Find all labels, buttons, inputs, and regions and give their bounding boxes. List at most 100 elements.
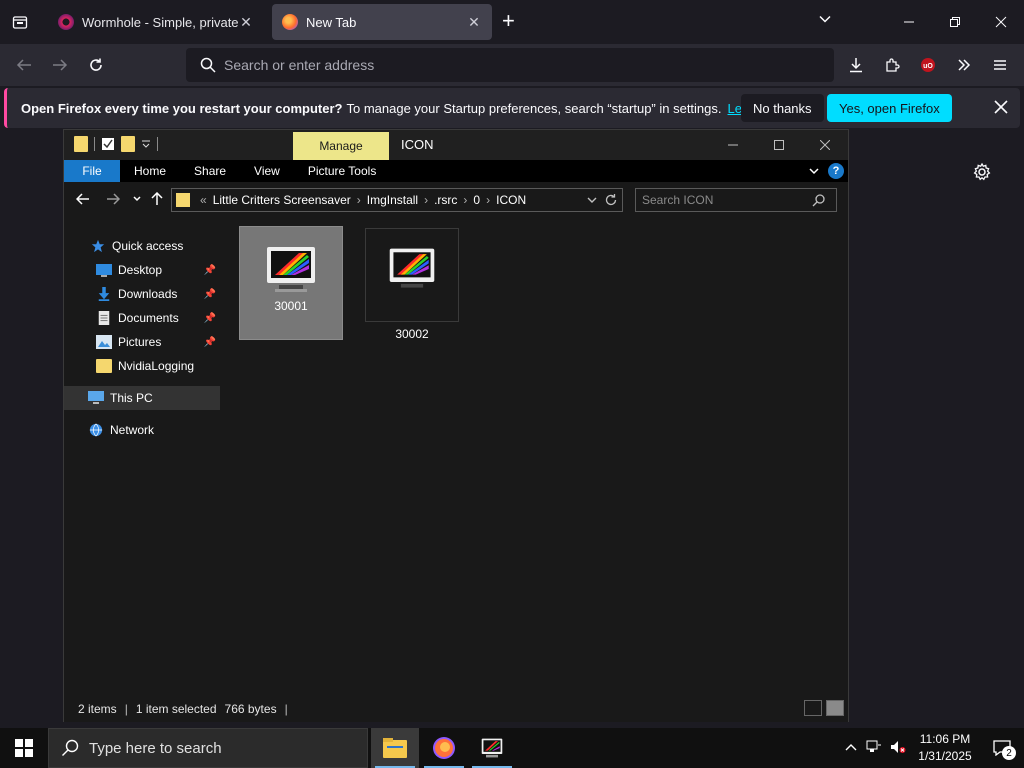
explorer-search-input[interactable] [642, 193, 812, 207]
breadcrumb-item[interactable]: .rsrc [434, 193, 457, 207]
pin-icon[interactable]: 📌 [204, 289, 216, 300]
tab-new-tab[interactable]: New Tab ✕ [272, 4, 492, 40]
taskbar-firefox[interactable] [420, 728, 468, 768]
volume-tray-button[interactable] [886, 740, 910, 757]
tab-title: Wormhole - Simple, private file [82, 14, 238, 30]
startup-notification-bar: Open Firefox every time you restart your… [4, 88, 1020, 128]
breadcrumb-separator: › [463, 193, 468, 207]
up-button[interactable] [150, 191, 164, 209]
chevron-down-icon [133, 196, 141, 202]
nav-item-quick-access[interactable]: Quick access [64, 234, 220, 258]
clock-date: 1/31/2025 [918, 749, 972, 763]
forward-button[interactable] [50, 55, 70, 75]
clock[interactable]: 11:06 PM 1/31/2025 [910, 731, 980, 765]
nav-item-desktop[interactable]: Desktop 📌 [64, 258, 220, 282]
explorer-forward-button[interactable] [106, 192, 121, 209]
close-tab-icon[interactable]: ✕ [466, 14, 482, 31]
arrow-right-icon [107, 193, 121, 205]
breadcrumb-separator: « [200, 193, 207, 207]
customize-toolbar-icon[interactable] [141, 138, 151, 150]
manage-contextual-tab[interactable]: Manage [293, 132, 389, 160]
ribbon-tab-home[interactable]: Home [120, 160, 180, 182]
puzzle-icon [886, 58, 900, 72]
yes-open-firefox-button[interactable]: Yes, open Firefox [827, 94, 952, 122]
list-all-tabs-button[interactable] [818, 12, 832, 29]
large-icons-view-button[interactable] [826, 700, 844, 716]
recent-locations-button[interactable] [132, 192, 142, 209]
breadcrumb-item[interactable]: ImgInstall [367, 193, 418, 207]
firefox-favicon-icon [282, 14, 298, 30]
new-folder-icon[interactable] [121, 136, 135, 152]
breadcrumb-item[interactable]: ICON [496, 193, 526, 207]
nav-item-nvidialogging[interactable]: NvidiaLogging [64, 354, 220, 378]
app-menu-button[interactable] [990, 55, 1010, 75]
nav-item-network[interactable]: Network [64, 418, 220, 442]
explorer-close-button[interactable] [802, 130, 848, 160]
new-tab-button[interactable]: + [502, 10, 515, 32]
file-explorer-window: Manage ICON File Home Share View Picture… [63, 129, 849, 722]
status-separator: | [284, 702, 288, 716]
taskbar-screensaver-app[interactable] [468, 728, 516, 768]
no-thanks-button[interactable]: No thanks [741, 94, 824, 122]
downloads-button[interactable] [846, 55, 866, 75]
extensions-button[interactable] [882, 55, 902, 75]
download-icon [850, 58, 862, 73]
nav-item-documents[interactable]: Documents 📌 [64, 306, 220, 330]
ublock-button[interactable]: uO [918, 55, 938, 75]
explorer-search-box[interactable] [635, 188, 837, 212]
properties-icon[interactable] [101, 137, 115, 151]
action-center-button[interactable]: 2 [980, 728, 1024, 768]
nav-item-pictures[interactable]: Pictures 📌 [64, 330, 220, 354]
reload-button[interactable] [86, 55, 106, 75]
show-hidden-icons-button[interactable] [840, 741, 862, 755]
chevron-down-icon[interactable] [586, 193, 598, 207]
pin-icon[interactable]: 📌 [204, 313, 216, 324]
firefox-view-button[interactable] [0, 0, 40, 44]
breadcrumb-item[interactable]: Little Critters Screensaver [213, 193, 351, 207]
address-row: « Little Critters Screensaver › ImgInsta… [64, 182, 848, 218]
taskbar-search-input[interactable] [89, 739, 349, 757]
explorer-minimize-button[interactable] [710, 130, 756, 160]
start-button[interactable] [0, 728, 48, 768]
url-input[interactable] [224, 57, 784, 73]
refresh-icon[interactable] [604, 193, 618, 207]
details-view-button[interactable] [804, 700, 822, 716]
ribbon-tab-view[interactable]: View [240, 160, 294, 182]
ribbon-tab-picture-tools[interactable]: Picture Tools [294, 160, 390, 182]
close-window-button[interactable] [978, 0, 1024, 44]
monitor-rainbow-icon [389, 248, 435, 288]
ribbon-tab-share[interactable]: Share [180, 160, 240, 182]
restore-button[interactable] [932, 0, 978, 44]
folder-icon [96, 359, 112, 373]
nav-item-downloads[interactable]: Downloads 📌 [64, 282, 220, 306]
minimize-button[interactable] [886, 0, 932, 44]
notification-close-button[interactable] [994, 98, 1008, 119]
selected-count: 1 item selected [135, 702, 217, 716]
explorer-maximize-button[interactable] [756, 130, 802, 160]
file-item-30002[interactable]: 30002 [365, 228, 459, 341]
notification-title: Open Firefox every time you restart your… [21, 100, 343, 116]
item-count: 2 items [78, 702, 117, 716]
more-tools-button[interactable] [954, 55, 974, 75]
hamburger-menu-icon [994, 60, 1006, 70]
tab-wormhole[interactable]: Wormhole - Simple, private file ✕ [48, 4, 264, 40]
file-item-30001[interactable]: 30001 [239, 226, 343, 340]
network-tray-button[interactable] [862, 740, 886, 757]
address-bar[interactable]: « Little Critters Screensaver › ImgInsta… [171, 188, 623, 212]
back-button[interactable] [14, 55, 34, 75]
taskbar-file-explorer[interactable] [371, 728, 419, 768]
close-tab-icon[interactable]: ✕ [238, 14, 254, 31]
nav-item-this-pc[interactable]: This PC [64, 386, 220, 410]
newtab-settings-button[interactable] [972, 162, 992, 185]
ribbon-tab-file[interactable]: File [64, 160, 120, 182]
maximize-icon [774, 140, 784, 150]
help-icon[interactable]: ? [828, 163, 844, 179]
explorer-back-button[interactable] [75, 192, 90, 209]
pin-icon[interactable]: 📌 [204, 337, 216, 348]
url-bar[interactable] [186, 48, 834, 82]
taskbar-search-box[interactable] [48, 728, 368, 768]
firefox-view-icon [12, 16, 28, 29]
pin-icon[interactable]: 📌 [204, 265, 216, 276]
breadcrumb-item[interactable]: 0 [473, 193, 480, 207]
expand-ribbon-icon[interactable] [808, 165, 820, 177]
